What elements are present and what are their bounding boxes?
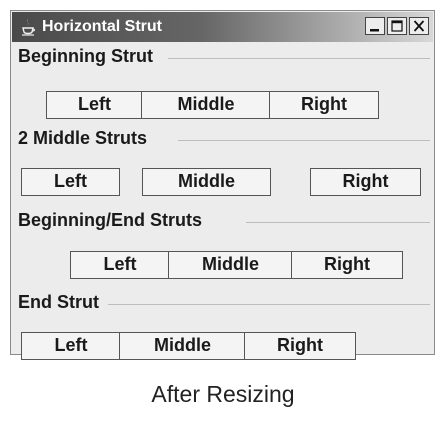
group-divider [108,304,430,305]
maximize-icon [391,20,403,32]
close-button[interactable] [409,17,429,35]
java-app-icon [22,19,36,36]
group-label: End Strut [18,292,103,313]
group-end-strut: End Strut Left Middle Right [18,292,430,362]
group-label: Beginning/End Struts [18,210,206,231]
group-divider [178,140,430,141]
left-button[interactable]: Left [21,332,121,360]
title-bar[interactable]: Horizontal Strut [12,12,433,42]
maximize-button[interactable] [387,17,407,35]
right-button[interactable]: Right [269,91,379,119]
left-button[interactable]: Left [70,251,170,279]
middle-button[interactable]: Middle [119,332,246,360]
group-2-middle-struts: 2 Middle Struts Left Middle Right [18,128,430,198]
group-beginning-end-struts: Beginning/End Struts Left Middle Right [18,210,430,282]
figure-caption: After Resizing [151,381,295,407]
group-label: Beginning Strut [18,46,157,67]
app-window: Horizontal Strut Beginning Strut Left Mi… [10,10,435,360]
group-beginning-strut: Beginning Strut Left Middle Right [18,46,430,119]
close-icon [413,20,425,32]
group-divider [168,58,430,59]
minimize-icon [370,29,379,32]
middle-button[interactable]: Middle [142,168,271,196]
middle-button[interactable]: Middle [141,91,271,119]
left-button[interactable]: Left [46,91,143,119]
window-title: Horizontal Strut [42,18,162,35]
right-button[interactable]: Right [244,332,356,360]
left-button[interactable]: Left [21,168,120,196]
right-button[interactable]: Right [310,168,421,196]
middle-button[interactable]: Middle [168,251,293,279]
group-label: 2 Middle Struts [18,128,152,149]
group-divider [246,222,430,223]
right-button[interactable]: Right [291,251,403,279]
minimize-button[interactable] [365,17,385,35]
